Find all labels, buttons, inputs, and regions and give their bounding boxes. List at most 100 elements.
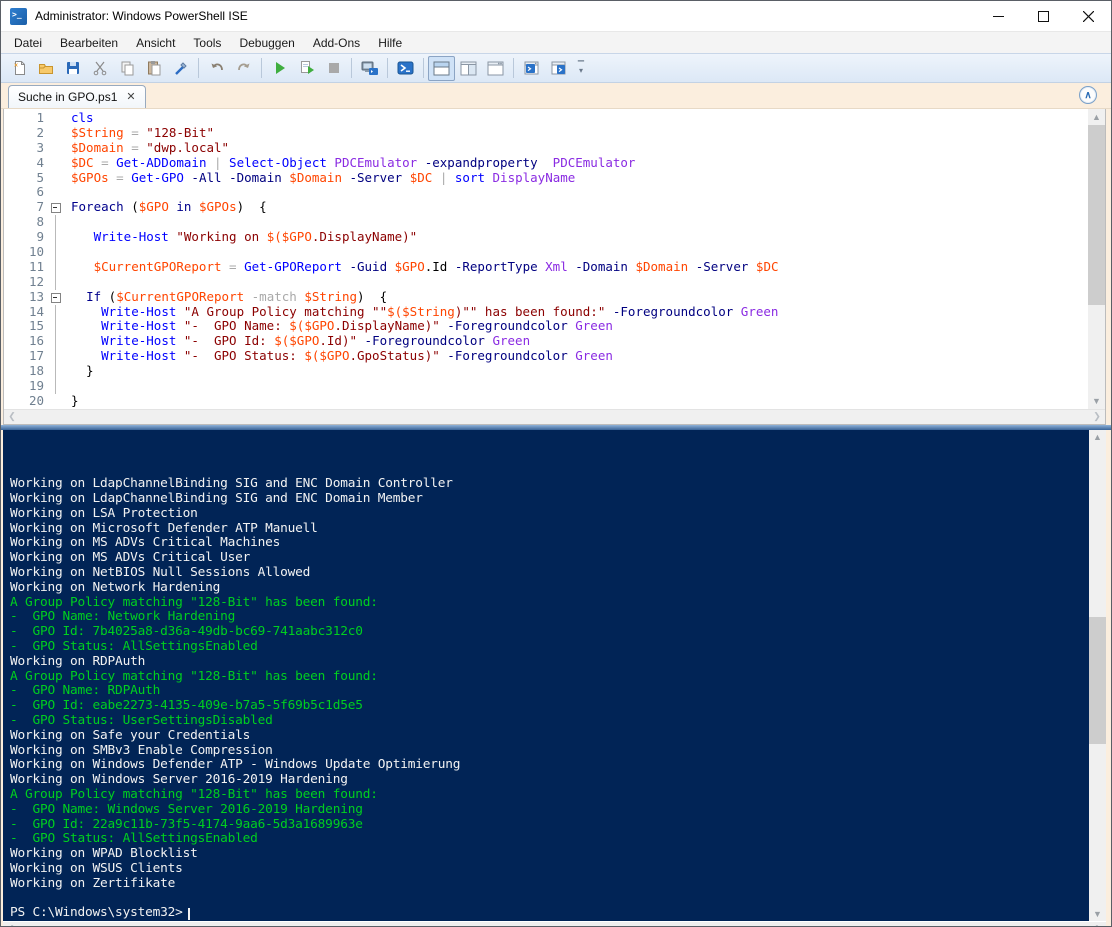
layout-top-icon <box>433 61 450 75</box>
tab-close-icon[interactable]: ✕ <box>126 91 135 103</box>
code-text: Write-Host "Working on $($GPO.DisplayNam… <box>93 229 418 245</box>
paste-button[interactable] <box>140 56 167 81</box>
title-bar: Administrator: Windows PowerShell ISE <box>1 1 1111 31</box>
fold-gutter <box>48 319 63 335</box>
scroll-right-icon[interactable]: ❯ <box>1089 410 1105 424</box>
run-selection-button[interactable] <box>293 56 320 81</box>
fold-gutter <box>48 215 63 231</box>
run-play-icon <box>275 62 285 74</box>
console-pane: Working on LdapChannelBinding SIG and EN… <box>1 429 1111 926</box>
new-script-button[interactable] <box>5 56 32 81</box>
code-fold-icon[interactable] <box>48 290 63 305</box>
open-script-button[interactable] <box>32 56 59 81</box>
console-line: - GPO Name: Network Hardening <box>10 609 236 625</box>
cut-button[interactable] <box>86 56 113 81</box>
editor-horizontal-scrollbar[interactable]: ❮ ❯ <box>4 408 1105 424</box>
show-script-pane-toggle-2-button[interactable] <box>545 56 572 81</box>
show-script-pane-right-button[interactable] <box>455 56 482 81</box>
script-tab-label: Suche in GPO.ps1 <box>18 90 118 104</box>
close-button[interactable] <box>1066 2 1111 31</box>
copy-button[interactable] <box>113 56 140 81</box>
code-text: If ($CurrentGPOReport -match $String) { <box>86 288 388 304</box>
scroll-up-icon[interactable]: ▲ <box>1089 430 1106 445</box>
toolbar-overflow-button[interactable]: ▔ ▾ <box>574 57 588 79</box>
code-line: 5 $GPOs = Get-GPO -All -Domain $Domain -S… <box>4 170 1088 186</box>
stop-operation-button[interactable] <box>320 56 347 81</box>
run-script-button[interactable] <box>266 56 293 81</box>
paste-clipboard-icon <box>147 61 160 76</box>
line-number: 17 <box>28 348 44 364</box>
menu-item-datei[interactable]: Datei <box>5 33 51 53</box>
line-number: 18 <box>28 363 44 379</box>
menu-item-addons[interactable]: Add-Ons <box>304 33 369 53</box>
cut-scissors-icon <box>93 61 106 76</box>
console-line: - GPO Name: Windows Server 2016-2019 Har… <box>10 801 363 817</box>
chevron-up-icon: ∧ <box>1084 89 1092 101</box>
code-line: 4 $DC = Get-ADDomain | Select-Object PDCE… <box>4 155 1088 171</box>
menu-item-debuggen[interactable]: Debuggen <box>230 33 303 53</box>
console-line: Working on WSUS Clients <box>10 860 183 876</box>
console-line: Working on Safe your Credentials <box>10 727 251 743</box>
start-powershell-button[interactable] <box>392 56 419 81</box>
code-line: 3 $Domain = "dwp.local" <box>4 140 1088 156</box>
undo-button[interactable] <box>203 56 230 81</box>
console-line: Working on Windows Server 2016-2019 Hard… <box>10 772 348 788</box>
powershell-logo-icon <box>397 61 414 75</box>
scroll-down-icon[interactable]: ▼ <box>1088 394 1105 409</box>
code-text: Foreach ($GPO in $GPOs) { <box>71 199 267 215</box>
fold-gutter <box>48 334 63 350</box>
scroll-up-icon[interactable]: ▲ <box>1088 109 1105 124</box>
menu-item-hilfe[interactable]: Hilfe <box>369 33 411 53</box>
powershell-ise-window: Administrator: Windows PowerShell ISE Da… <box>0 0 1112 927</box>
editor-lines[interactable]: 1 cls 2 $String = "128-Bit" 3 $Domain = "dwp.… <box>4 109 1088 409</box>
open-folder-icon <box>38 64 53 74</box>
show-script-pane-toggle-1-button[interactable] <box>518 56 545 81</box>
console-horizontal-scrollbar[interactable]: ❮ ❯ <box>3 921 1106 926</box>
code-line: 17 Write-Host "- GPO Status: $($GPO.GpoS… <box>4 348 1088 365</box>
powershell-ise-app-icon <box>10 7 27 25</box>
maximize-button[interactable] <box>1021 2 1066 31</box>
menu-item-ansicht[interactable]: Ansicht <box>127 33 184 53</box>
fold-gutter <box>48 156 63 171</box>
console-vertical-scrollbar[interactable]: ▲ ▼ <box>1089 429 1106 922</box>
scroll-right-icon[interactable]: ❯ <box>1090 922 1106 926</box>
console-line: - GPO Status: AllSettingsEnabled <box>10 638 258 654</box>
show-script-pane-maximized-button[interactable] <box>482 56 509 81</box>
console-line: Working on MS ADVs Critical Machines <box>10 535 281 551</box>
new-remote-powershell-tab-button[interactable] <box>356 56 383 81</box>
collapse-script-pane-button[interactable]: ∧ <box>1079 86 1097 104</box>
show-script-pane-top-button[interactable] <box>428 55 455 81</box>
line-number: 9 <box>36 229 44 245</box>
layout-right-icon <box>460 61 477 75</box>
editor-scrollbar-thumb[interactable] <box>1088 125 1105 305</box>
console-line: A Group Policy matching "128-Bit" has be… <box>10 786 378 802</box>
fold-gutter <box>48 364 63 379</box>
redo-button[interactable] <box>230 56 257 81</box>
code-fold-icon[interactable] <box>48 200 63 215</box>
code-line: 8 <box>4 214 1088 231</box>
console-prompt[interactable]: PS C:\Windows\system32> <box>10 906 1089 921</box>
clear-console-pane-button[interactable] <box>167 56 194 81</box>
save-button[interactable] <box>59 56 86 81</box>
console-output[interactable]: Working on LdapChannelBinding SIG and EN… <box>3 429 1089 922</box>
scroll-left-icon[interactable]: ❮ <box>4 410 20 424</box>
editor-vertical-scrollbar[interactable]: ▲ ▼ <box>1088 109 1105 409</box>
console-scrollbar-thumb[interactable] <box>1089 616 1106 745</box>
menu-item-tools[interactable]: Tools <box>184 33 230 53</box>
console-line: Working on Network Hardening <box>10 579 221 595</box>
scroll-left-icon[interactable]: ❮ <box>3 922 19 926</box>
code-line: 19 <box>4 378 1088 394</box>
menu-item-bearbeiten[interactable]: Bearbeiten <box>51 33 127 53</box>
console-line: - GPO Id: 7b4025a8-d36a-49db-bc69-741aab… <box>10 624 363 640</box>
undo-arrow-icon <box>211 63 223 71</box>
scroll-down-icon[interactable]: ▼ <box>1089 906 1106 921</box>
minimize-button[interactable] <box>976 2 1021 31</box>
menu-bar: Datei Bearbeiten Ansicht Tools Debuggen … <box>1 31 1111 53</box>
code-text: } <box>71 392 79 408</box>
script-tab[interactable]: Suche in GPO.ps1 ✕ <box>8 85 146 108</box>
console-line: Working on SMBv3 Enable Compression <box>10 742 273 758</box>
